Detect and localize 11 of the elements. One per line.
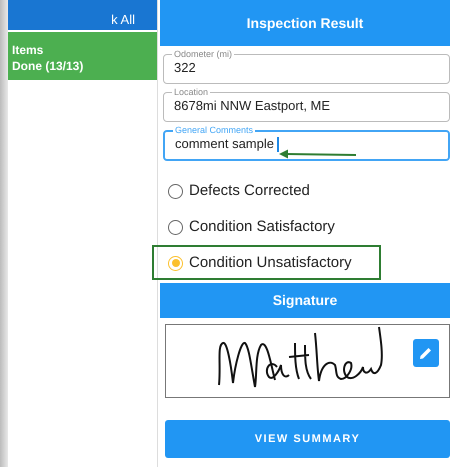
text-field[interactable]: General Comments comment sample xyxy=(163,126,450,162)
section-header: Signature xyxy=(160,283,450,318)
text-field[interactable]: Location 8678mi NNW Eastport, ME xyxy=(163,88,450,122)
radio-option[interactable]: Condition Satisfactory xyxy=(160,209,450,246)
uncheck-all-button[interactable]: k All xyxy=(8,0,157,30)
radio-option[interactable]: Defects Corrected xyxy=(160,173,450,210)
radio-option[interactable]: Condition Unsatisfactory xyxy=(160,245,450,282)
text-field[interactable]: Odometer (mi) 322 xyxy=(163,50,450,84)
section-header: Inspection Result xyxy=(160,0,450,46)
pencil-icon xyxy=(419,346,433,360)
edit-button[interactable] xyxy=(413,339,439,368)
